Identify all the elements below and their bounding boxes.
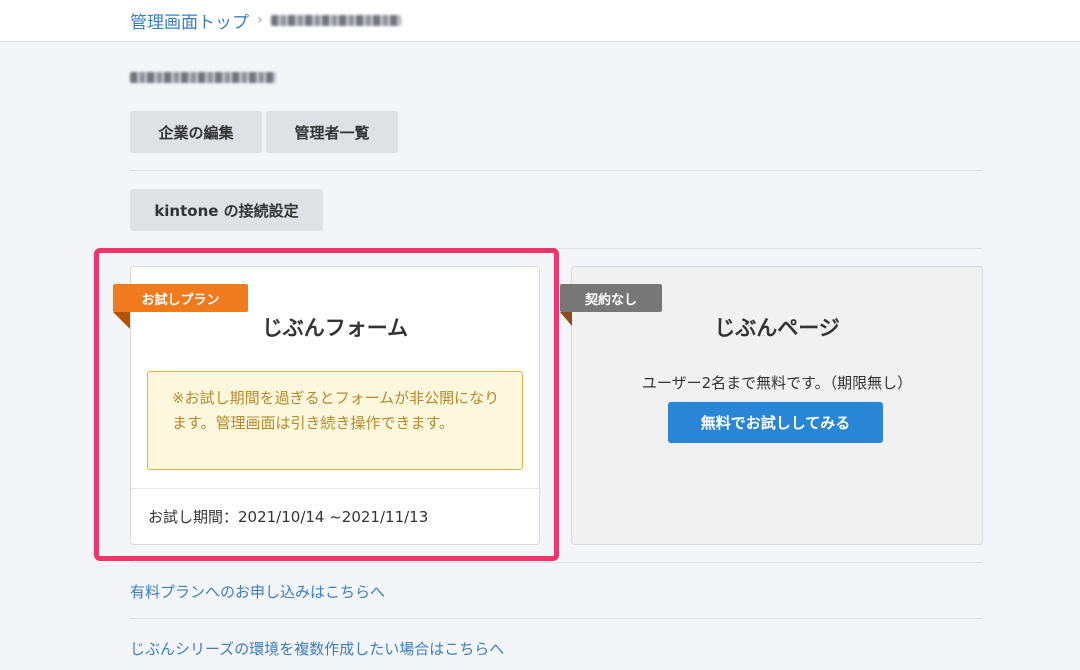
free-plan-description: ユーザー2名まで無料です。（期限無し） [641,374,913,392]
top-bar: 管理画面トップ › [0,0,1080,42]
try-free-button[interactable]: 無料でお試ししてみる [668,402,883,443]
edit-company-button[interactable]: 企業の編集 [130,111,262,153]
kintone-settings-button[interactable]: kintone の接続設定 [130,189,323,231]
breadcrumb: 管理画面トップ › [130,8,401,33]
no-contract-badge: 契約なし [560,284,662,312]
divider [130,618,982,619]
highlight-annotation [94,248,559,561]
plan-card-title: じぶんページ [714,316,840,340]
multi-environment-link[interactable]: じぶんシリーズの環境を複数作成したい場合はこちらへ [130,638,504,659]
divider [130,562,982,563]
paid-plan-link[interactable]: 有料プランへのお申し込みはこちらへ [130,581,385,602]
divider [130,170,982,171]
chevron-right-icon: › [257,12,263,28]
breadcrumb-home-link[interactable]: 管理画面トップ [130,8,249,33]
ribbon-fold [560,312,572,326]
company-name-redacted [130,72,276,83]
admin-list-button[interactable]: 管理者一覧 [266,111,398,153]
breadcrumb-current-redacted [270,14,401,26]
